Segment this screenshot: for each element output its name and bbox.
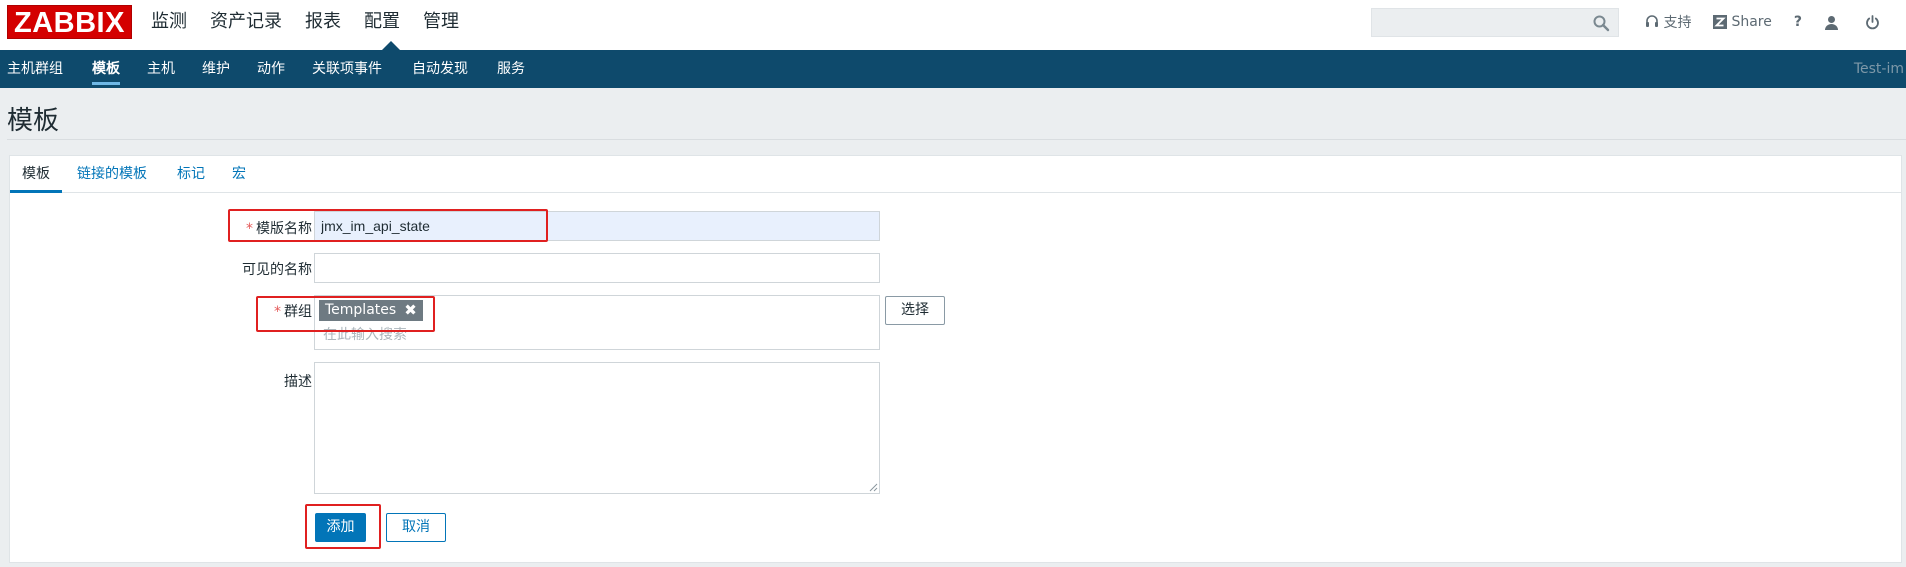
user-profile-link[interactable] (1824, 15, 1843, 30)
menu-configuration[interactable]: 配置 (364, 0, 423, 50)
subnav-templates[interactable]: 模板 (92, 50, 120, 88)
user-icon (1825, 15, 1838, 30)
zabbix-logo[interactable]: ZABBIX (7, 5, 132, 39)
page-title: 模板 (7, 106, 60, 136)
select-groups-button[interactable]: 选择 (885, 296, 945, 325)
menu-reports[interactable]: 报表 (305, 0, 364, 50)
share-label: Share (1731, 14, 1772, 30)
menu-monitoring[interactable]: 监测 (151, 0, 210, 50)
logout-link[interactable] (1865, 14, 1884, 30)
headset-icon (1646, 15, 1659, 27)
form-tabs: 模板 链接的模板 标记 宏 (10, 156, 1901, 193)
tab-linked-templates[interactable]: 链接的模板 (77, 156, 147, 192)
subnav-discovery[interactable]: 自动发现 (412, 50, 468, 88)
menu-administration[interactable]: 管理 (423, 0, 482, 50)
highlight-groups (256, 296, 435, 332)
subnav-maintenance[interactable]: 维护 (202, 50, 230, 88)
subnav-host-groups[interactable]: 主机群组 (7, 50, 63, 88)
description-label: 描述 (284, 374, 312, 390)
share-link[interactable]: Share (1713, 14, 1772, 30)
top-header: ZABBIX 监测 资产记录 报表 配置 管理 支持 Share ? (0, 0, 1906, 50)
main-menu: 监测 资产记录 报表 配置 管理 (151, 0, 482, 50)
description-textarea[interactable] (314, 362, 880, 494)
server-name: Test-im (1853, 61, 1904, 77)
support-link[interactable]: 支持 (1645, 12, 1691, 32)
menu-inventory[interactable]: 资产记录 (210, 0, 305, 50)
help-icon: ? (1793, 14, 1802, 30)
cancel-button[interactable]: 取消 (386, 513, 446, 542)
power-icon (1866, 14, 1879, 29)
help-link[interactable]: ? (1794, 14, 1802, 30)
subnav-event-correlation[interactable]: 关联项事件 (312, 50, 382, 88)
tab-template[interactable]: 模板 (10, 156, 62, 193)
subnav-hosts[interactable]: 主机 (147, 50, 175, 88)
title-divider (7, 139, 1906, 140)
highlight-add-button (305, 504, 381, 549)
tab-tags[interactable]: 标记 (177, 156, 205, 192)
resize-grip-icon[interactable] (869, 483, 878, 492)
header-links: 支持 Share ? (1645, 0, 1906, 44)
highlight-template-name (228, 209, 548, 242)
search-icon[interactable] (1592, 14, 1610, 32)
visible-name-input[interactable] (314, 253, 880, 283)
subnav-actions[interactable]: 动作 (257, 50, 285, 88)
sub-navigation: 主机群组 模板 主机 维护 动作 关联项事件 自动发现 服务 Test-im (0, 50, 1906, 88)
support-label: 支持 (1663, 15, 1692, 31)
zabbix-share-icon (1713, 15, 1728, 29)
subnav-services[interactable]: 服务 (497, 50, 525, 88)
tab-macros[interactable]: 宏 (232, 156, 246, 192)
global-search-input[interactable] (1371, 8, 1619, 37)
visible-name-label: 可见的名称 (242, 262, 312, 278)
